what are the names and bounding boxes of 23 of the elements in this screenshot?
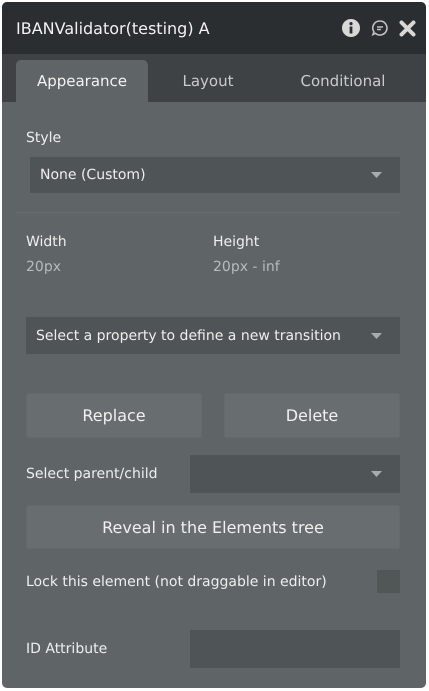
- field-label: Lock this element (not draggable in editor): [26, 574, 327, 590]
- action-button[interactable]: Delete: [224, 393, 400, 438]
- reveal-button[interactable]: Reveal in the Elements tree: [26, 505, 400, 549]
- caret-icon: [371, 471, 382, 477]
- field-label: Width: [26, 234, 68, 250]
- field-label: Select parent/child: [26, 466, 158, 482]
- comment-icon[interactable]: [371, 19, 389, 37]
- caret-icon: [371, 332, 382, 338]
- action-button[interactable]: Replace: [26, 393, 202, 438]
- field-value: 20px: [26, 259, 62, 275]
- field-label: ID Attribute: [26, 641, 108, 657]
- field-label: Height: [213, 234, 260, 250]
- field-label: Style: [26, 130, 62, 146]
- close-icon[interactable]: [399, 20, 416, 36]
- tab[interactable]: Appearance: [16, 60, 148, 102]
- info-icon[interactable]: [341, 18, 361, 38]
- field-value: 20px - inf: [213, 259, 281, 275]
- window-title: IBANValidator(testing) A: [16, 18, 210, 38]
- transition-dropdown[interactable]: Select a property to define a new transition: [26, 317, 400, 354]
- tab[interactable]: Layout: [148, 60, 268, 102]
- style-dropdown[interactable]: None (Custom): [30, 157, 400, 193]
- tab[interactable]: Conditional: [268, 60, 418, 102]
- caret-icon: [371, 172, 382, 178]
